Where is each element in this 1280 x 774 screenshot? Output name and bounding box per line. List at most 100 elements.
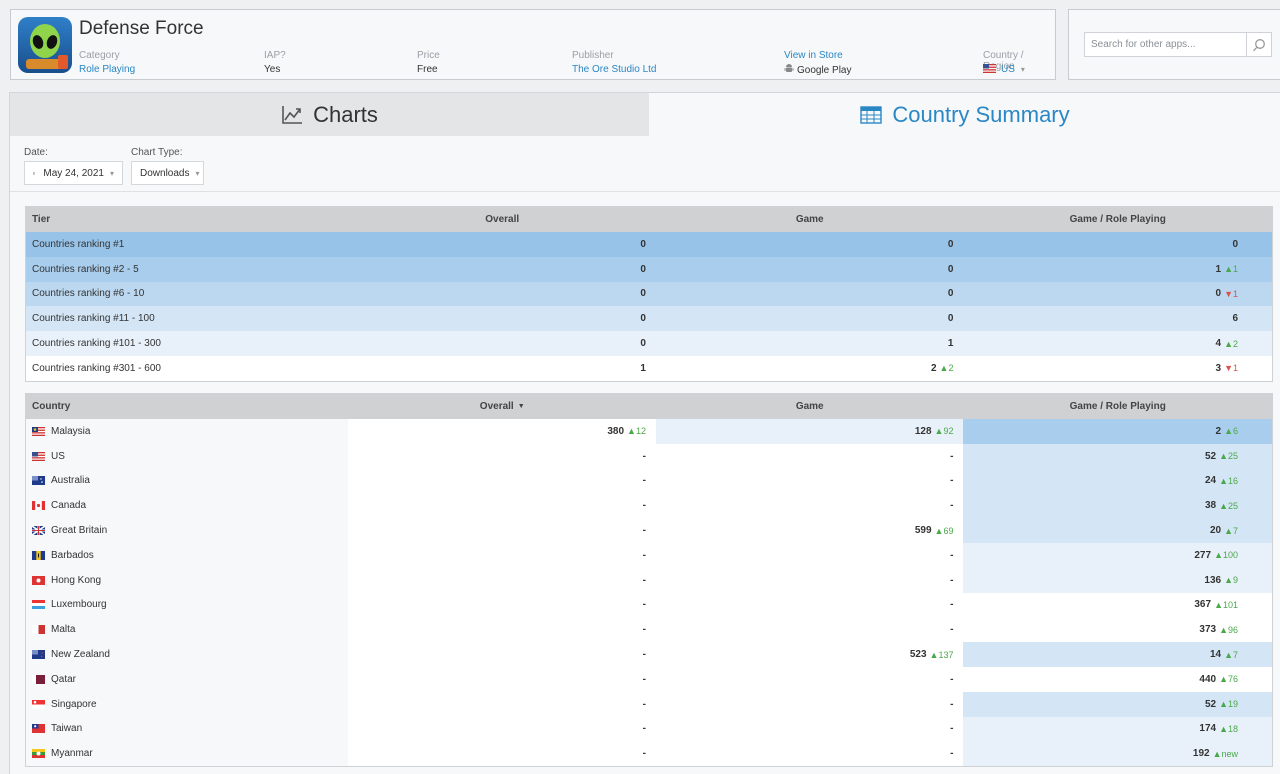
- luxembourg-flag-icon: [32, 600, 45, 610]
- game-count: 0: [947, 288, 954, 300]
- header-game-role-playing[interactable]: Game / Role Playing: [963, 214, 1272, 225]
- table-row[interactable]: Countries ranking #1 0 0 0: [26, 232, 1272, 257]
- tier-name: Countries ranking #2 - 5: [32, 263, 139, 275]
- game-rank: -: [950, 599, 954, 611]
- header-overall[interactable]: Overall: [348, 214, 656, 225]
- table-row[interactable]: Hong Kong - -136 ▲9: [26, 567, 1272, 593]
- rank-change: ▲18: [1219, 723, 1238, 734]
- role-playing-count: 0: [1215, 288, 1222, 300]
- table-row[interactable]: Myanmar - -192 ▲new: [26, 741, 1272, 767]
- game-value: -: [655, 443, 964, 469]
- meta-store: View in Store Google Play: [784, 50, 851, 76]
- table-row[interactable]: Malta - -373 ▲96: [26, 617, 1272, 643]
- publisher-link[interactable]: The Ore Studio Ltd: [572, 64, 657, 75]
- role-playing-count: 0: [1232, 238, 1238, 250]
- overall-rank: -: [642, 450, 646, 462]
- table-row[interactable]: Countries ranking #101 - 300 0 1 4 ▲2: [26, 331, 1272, 356]
- country-name: Myanmar: [51, 748, 93, 760]
- overall-rank: -: [642, 475, 646, 487]
- role-playing-rank: 2: [1215, 425, 1222, 437]
- view-in-store-link[interactable]: View in Store: [784, 50, 851, 63]
- table-row[interactable]: Great Britain -599 ▲69 20 ▲7: [26, 518, 1272, 543]
- header-game[interactable]: Game: [656, 214, 964, 225]
- role-playing-value: 20 ▲7: [963, 518, 1272, 543]
- country-region-select[interactable]: US ▾: [983, 64, 1055, 75]
- game-count: 0: [947, 238, 954, 250]
- overall-value: 0: [640, 338, 646, 350]
- game-rank: 599: [914, 525, 932, 537]
- chart-type-select[interactable]: Downloads ▾: [131, 161, 204, 185]
- overall-value: -: [348, 617, 656, 643]
- role-playing-value: 373 ▲96: [963, 617, 1272, 643]
- table-row[interactable]: Malaysia 380 ▲12 128 ▲92 2 ▲6: [26, 419, 1272, 444]
- table-icon: [860, 105, 883, 124]
- country-name: US: [51, 450, 65, 462]
- rank-change: ▲76: [1219, 674, 1238, 685]
- table-row[interactable]: Australia - -24 ▲16: [26, 468, 1272, 494]
- store-value: Google Play: [784, 64, 851, 76]
- table-row[interactable]: Countries ranking #2 - 5 0 0 1 ▲1: [26, 256, 1272, 282]
- table-row[interactable]: Countries ranking #6 - 10 0 0 0 ▼1: [26, 281, 1272, 307]
- role-playing-rank: 20: [1209, 525, 1222, 537]
- tab-charts-label: Charts: [313, 101, 378, 127]
- game-rank: 523: [909, 649, 927, 661]
- table-row[interactable]: New Zealand -523 ▲137 14 ▲7: [26, 642, 1272, 667]
- game-rank: -: [950, 549, 954, 561]
- country-name: Malta: [51, 624, 76, 636]
- table-row[interactable]: Taiwan - -174 ▲18: [26, 716, 1272, 742]
- game-count: 2: [930, 362, 937, 374]
- table-row[interactable]: Barbados - -277 ▲100: [26, 542, 1272, 568]
- table-row[interactable]: Canada - -38 ▲25: [26, 493, 1272, 519]
- rank-change: ▲101: [1214, 599, 1238, 610]
- meta-country: Country / Region US ▾: [983, 50, 1055, 75]
- table-row[interactable]: Countries ranking #11 - 100 0 0 6: [26, 306, 1272, 332]
- role-playing-rank: 52: [1204, 698, 1217, 710]
- country-cell: Taiwan: [26, 716, 349, 742]
- overall-rank: -: [642, 525, 646, 537]
- table-row[interactable]: Qatar - -440 ▲76: [26, 666, 1272, 692]
- game-value: 0: [656, 232, 964, 257]
- game-count: 0: [947, 263, 954, 275]
- role-playing-rank: 440: [1199, 673, 1217, 685]
- country-table-body: Malaysia 380 ▲12 128 ▲92 2 ▲6 US - -52 ▲25 Australi…: [26, 419, 1272, 767]
- table-row[interactable]: Singapore - -52 ▲19: [26, 691, 1272, 717]
- role-playing-value: 0: [963, 232, 1272, 257]
- search-input[interactable]: [1084, 32, 1247, 57]
- overall-value: -: [348, 741, 656, 767]
- overall-value: -: [348, 691, 656, 717]
- rank-change: ▲96: [1219, 624, 1238, 635]
- rank-change: ▲12: [627, 426, 646, 437]
- game-value: 0: [656, 306, 964, 331]
- table-row[interactable]: US - -52 ▲25: [26, 443, 1272, 469]
- country-cell: New Zealand: [26, 642, 349, 667]
- country-cell: Great Britain: [26, 518, 349, 543]
- android-icon: [784, 64, 794, 72]
- game-value: -: [655, 741, 964, 767]
- country-name: Taiwan: [51, 723, 83, 735]
- overall-rank: -: [642, 574, 646, 586]
- country-cell: US: [26, 443, 349, 469]
- header-tier[interactable]: Tier: [26, 214, 348, 225]
- header-country[interactable]: Country: [26, 401, 348, 412]
- country-name: Singapore: [51, 698, 97, 710]
- tier-name: Countries ranking #11 - 100: [32, 313, 155, 325]
- role-playing-value: 6: [963, 306, 1272, 331]
- table-row[interactable]: Countries ranking #301 - 600 1 2 ▲2 3 ▼1: [26, 355, 1272, 381]
- search-button[interactable]: [1246, 32, 1272, 57]
- table-row[interactable]: Luxembourg - -367 ▲101: [26, 592, 1272, 618]
- header-game[interactable]: Game: [656, 401, 964, 412]
- category-link[interactable]: Role Playing: [79, 64, 135, 75]
- role-playing-value: 4 ▲2: [963, 331, 1272, 356]
- overall-value: 380 ▲12: [348, 419, 656, 444]
- header-overall-sort[interactable]: Overall ▼: [348, 401, 656, 412]
- line-chart-icon: [282, 105, 303, 124]
- date-picker[interactable]: May 24, 2021 ▾: [24, 161, 123, 185]
- role-playing-count: 3: [1215, 362, 1222, 374]
- chevron-down-icon: ▾: [195, 168, 200, 178]
- role-playing-value: 24 ▲16: [963, 468, 1272, 494]
- tab-charts[interactable]: Charts: [10, 93, 649, 136]
- game-value: 0: [656, 282, 964, 307]
- header-game-role-playing[interactable]: Game / Role Playing: [963, 401, 1272, 412]
- tab-country-summary[interactable]: Country Summary: [649, 93, 1280, 136]
- game-rank: -: [950, 450, 954, 462]
